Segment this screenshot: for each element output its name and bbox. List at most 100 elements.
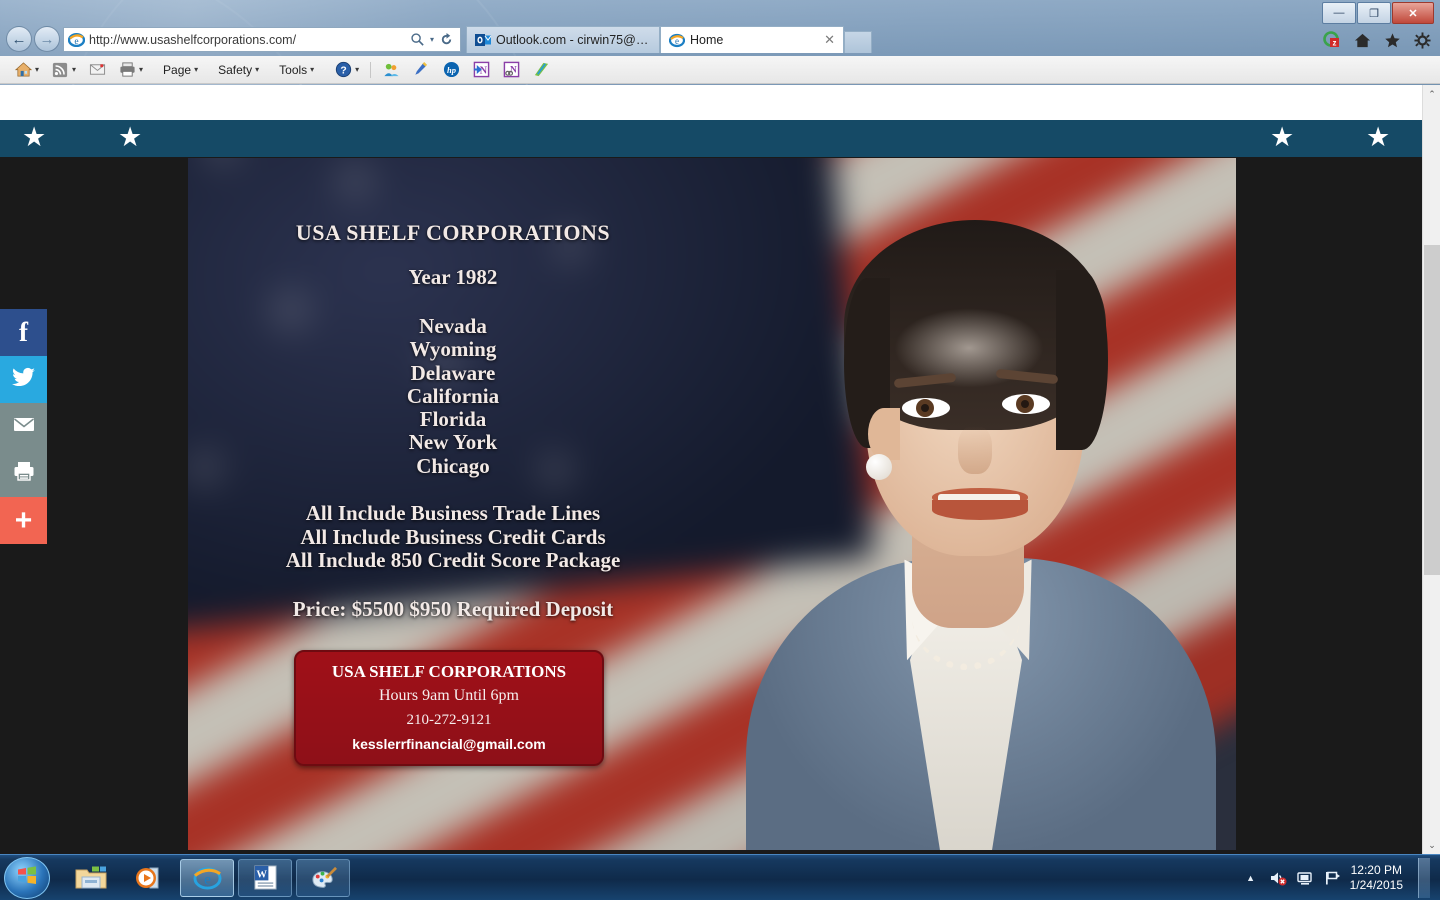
zone-alarm-icon[interactable]: z [1322, 30, 1342, 50]
page-title: USA SHELF CORPORATIONS [295, 220, 611, 245]
star-banner: ★ ★ ★ ★ [0, 120, 1422, 157]
twitter-icon [11, 365, 36, 395]
chevron-down-icon[interactable]: ▾ [139, 65, 143, 74]
close-button[interactable]: ✕ [1392, 2, 1434, 24]
share-print-button[interactable] [0, 450, 47, 497]
scrollbar-thumb[interactable] [1424, 245, 1440, 575]
volume-muted-icon[interactable] [1269, 869, 1287, 887]
svg-text:e: e [675, 36, 679, 46]
back-button[interactable]: ← [6, 26, 32, 52]
action-center-flag-icon[interactable] [1323, 869, 1341, 887]
minimize-button[interactable]: — [1322, 2, 1356, 24]
year-label: Year 1982 [408, 265, 498, 289]
chevron-down-icon[interactable]: ▾ [72, 65, 76, 74]
home-button[interactable]: ▾ [10, 59, 43, 81]
pen-icon[interactable] [408, 59, 434, 81]
taskbar-media-player[interactable] [122, 859, 176, 897]
messenger-icon[interactable] [378, 59, 404, 81]
svg-text:z: z [1333, 39, 1337, 48]
chevron-down-icon[interactable]: ▾ [255, 65, 259, 74]
chevron-down-icon[interactable]: ▾ [355, 65, 359, 74]
scroll-up-button[interactable]: ⌃ [1423, 85, 1440, 103]
print-icon [12, 459, 36, 488]
new-tab-button[interactable] [844, 31, 872, 53]
clock-date: 1/24/2015 [1349, 877, 1403, 892]
chevron-down-icon[interactable]: ▾ [35, 65, 39, 74]
contact-phone[interactable]: 210-272-9121 [302, 712, 596, 729]
show-hidden-icons-button[interactable]: ▲ [1242, 869, 1260, 887]
help-menu[interactable]: ? ▾ [330, 59, 363, 81]
taskbar-word[interactable]: W [238, 858, 292, 897]
email-icon [12, 412, 36, 441]
command-icons: z [1322, 30, 1432, 50]
read-mail-button[interactable] [84, 59, 110, 81]
tools-gear-icon[interactable] [1412, 30, 1432, 50]
share-twitter-button[interactable] [0, 356, 47, 403]
state-item: Wyoming [409, 337, 497, 362]
tab-home[interactable]: e Home ✕ [660, 26, 844, 53]
taskbar-explorer[interactable] [64, 859, 118, 897]
star-icon: ★ [118, 122, 143, 152]
include-item: All Include Business Credit Cards [300, 524, 606, 549]
taskbar-paint[interactable] [296, 858, 350, 897]
search-icon[interactable] [408, 30, 427, 49]
taskbar-internet-explorer[interactable]: e [180, 858, 234, 897]
ie-logo-icon: e [67, 31, 86, 48]
svg-text:hp: hp [447, 65, 456, 75]
tab-outlook[interactable]: Outlook.com - cirwin75@outl... [466, 26, 660, 53]
plus-icon: + [14, 503, 33, 537]
onenote-linked-icon[interactable]: N [498, 59, 524, 81]
start-orb-icon [16, 864, 38, 891]
social-share-rail: f + [0, 309, 47, 544]
page-scrollbar[interactable]: ⌃ ⌄ [1422, 85, 1440, 854]
feeds-button[interactable]: ▾ [47, 59, 80, 81]
restore-button[interactable]: ❐ [1357, 2, 1391, 24]
close-icon[interactable]: ✕ [824, 32, 835, 48]
contact-box: USA SHELF CORPORATIONS Hours 9am Until 6… [294, 650, 604, 766]
start-button[interactable] [4, 856, 50, 899]
safety-menu[interactable]: Safety ▾ [214, 59, 263, 81]
price-text: Price: $5500 $950 Required Deposit [292, 596, 614, 621]
star-icon: ★ [22, 122, 47, 152]
svg-text:e: e [204, 871, 211, 888]
state-item: Delaware [410, 360, 496, 385]
contact-email[interactable]: kesslerrfinancial@gmail.com [302, 736, 596, 752]
navigation-buttons: ← → [6, 26, 60, 52]
scroll-down-button[interactable]: ⌄ [1423, 836, 1440, 854]
hp-icon[interactable]: hp [438, 59, 464, 81]
tools-menu-label: Tools [279, 62, 308, 77]
share-more-button[interactable]: + [0, 497, 47, 544]
tools-menu[interactable]: Tools ▾ [275, 59, 318, 81]
svg-text:W: W [256, 870, 267, 881]
chevron-down-icon[interactable]: ▾ [194, 65, 198, 74]
share-facebook-button[interactable]: f [0, 309, 47, 356]
tab-label: Outlook.com - cirwin75@outl... [496, 33, 651, 47]
search-dropdown-icon[interactable]: ▾ [427, 30, 437, 49]
home-icon [14, 61, 32, 79]
network-icon[interactable] [1296, 869, 1314, 887]
onenote-send-icon[interactable]: N [468, 59, 494, 81]
page-viewport: ★ ★ ★ ★ USA SHELF CORPORATIONS Year 1982… [0, 85, 1422, 854]
chevron-down-icon[interactable]: ▾ [310, 65, 314, 74]
svg-text:N: N [510, 65, 517, 75]
state-item: California [406, 383, 500, 408]
green-addon-icon[interactable] [528, 59, 554, 81]
share-email-button[interactable] [0, 403, 47, 450]
page-menu[interactable]: Page ▾ [159, 59, 202, 81]
forward-button[interactable]: → [34, 26, 60, 52]
home-icon[interactable] [1352, 30, 1372, 50]
show-desktop-button[interactable] [1418, 857, 1430, 898]
svg-text:N: N [479, 65, 487, 76]
states-list: Nevada Wyoming Delaware California Flori… [188, 314, 718, 478]
print-button[interactable]: ▾ [114, 59, 147, 81]
help-icon: ? [334, 61, 352, 79]
mail-icon [88, 61, 106, 79]
page-body: USA SHELF CORPORATIONS Year 1982 Nevada … [0, 157, 1422, 854]
refresh-icon[interactable] [437, 30, 456, 49]
tab-label: Home [690, 33, 724, 47]
toolbar-divider [370, 61, 372, 78]
address-bar[interactable]: e http://www.usashelfcorporations.com/ ▾ [63, 27, 461, 52]
clock[interactable]: 12:20 PM 1/24/2015 [1350, 863, 1403, 893]
state-item: Nevada [419, 314, 487, 338]
favorites-star-icon[interactable] [1382, 30, 1402, 50]
